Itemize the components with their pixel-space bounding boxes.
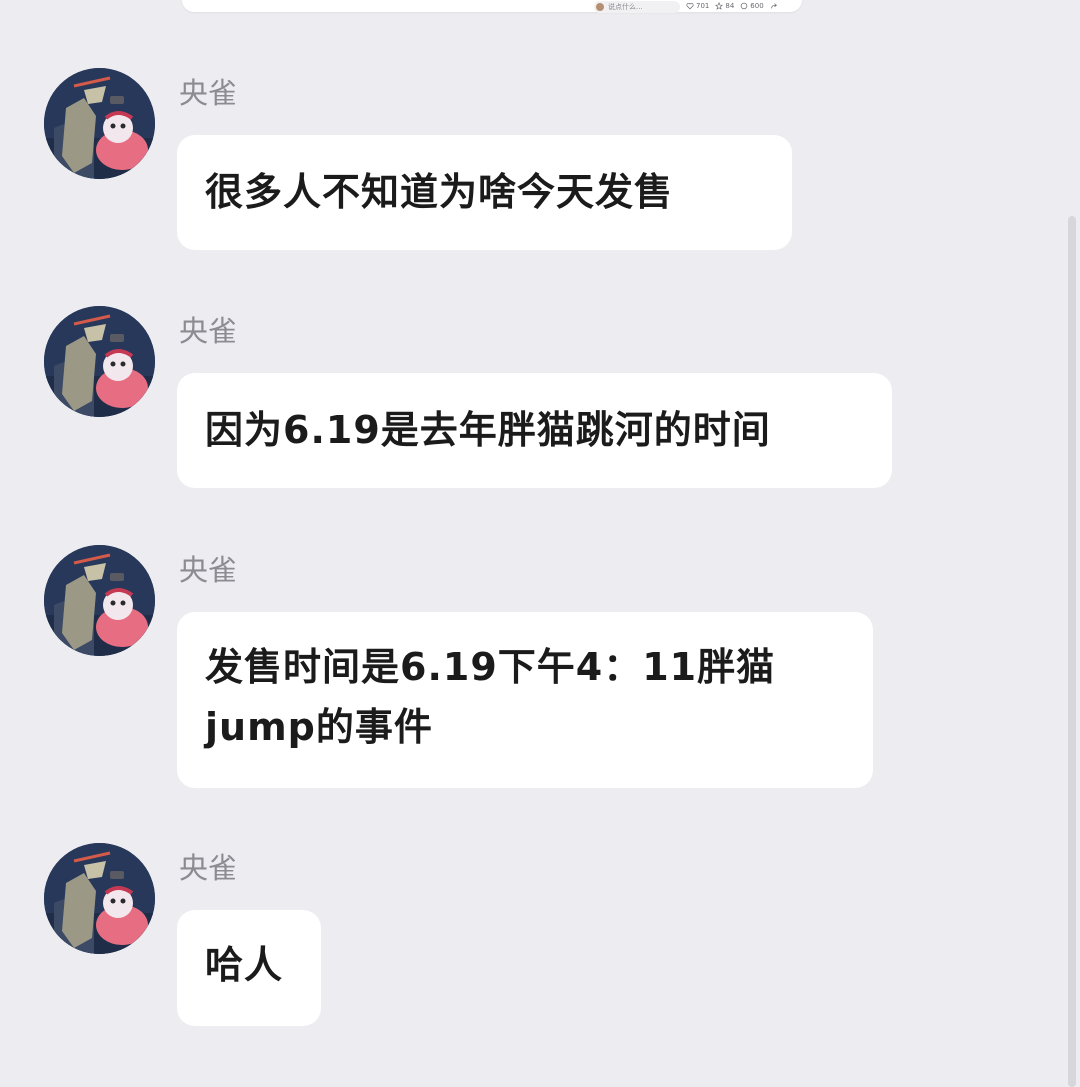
message-bubble[interactable]: 很多人不知道为啥今天发售 <box>177 135 792 250</box>
message-bubble[interactable]: 发售时间是6.19下午4：11胖猫 jump的事件 <box>177 612 873 788</box>
post-card-footer: 说点什么... 701 84 600 <box>182 0 802 13</box>
favorite-count: 84 <box>725 2 735 10</box>
message-bubble[interactable]: 哈人 <box>177 910 321 1026</box>
comment-count: 600 <box>750 2 764 10</box>
comment-input[interactable]: 说点什么... <box>594 1 680 13</box>
avatar-anime-image-icon[interactable] <box>44 68 155 179</box>
message-text: 哈人 <box>205 943 284 987</box>
star-icon <box>715 2 724 10</box>
like-button[interactable]: 701 <box>686 1 709 11</box>
sender-name: 央雀 <box>179 851 238 885</box>
comment-icon <box>741 2 748 10</box>
user-avatar-mini <box>596 3 604 11</box>
sender-name: 央雀 <box>179 553 238 587</box>
avatar-anime-image-icon[interactable] <box>44 843 155 954</box>
share-button[interactable] <box>770 1 778 11</box>
scrollbar-thumb[interactable] <box>1068 216 1076 1087</box>
message-text-line-1: 发售时间是6.19下午4：11胖猫 <box>205 645 776 689</box>
message-text: 很多人不知道为啥今天发售 <box>205 170 674 214</box>
sender-name: 央雀 <box>179 76 238 110</box>
message-text: 因为6.19是去年胖猫跳河的时间 <box>205 408 771 452</box>
share-icon <box>770 3 777 9</box>
heart-icon <box>686 3 694 10</box>
message-text-line-2: jump的事件 <box>205 705 433 749</box>
avatar-anime-image-icon[interactable] <box>44 306 155 417</box>
scrollbar[interactable] <box>1064 0 1080 1087</box>
message-bubble[interactable]: 因为6.19是去年胖猫跳河的时间 <box>177 373 892 488</box>
like-count: 701 <box>696 2 710 10</box>
comment-button[interactable]: 600 <box>740 1 764 11</box>
avatar-anime-image-icon[interactable] <box>44 545 155 656</box>
comment-placeholder: 说点什么... <box>608 3 643 11</box>
sender-name: 央雀 <box>179 314 238 348</box>
post-stats: 701 84 600 <box>686 1 778 11</box>
favorite-button[interactable]: 84 <box>715 1 734 11</box>
